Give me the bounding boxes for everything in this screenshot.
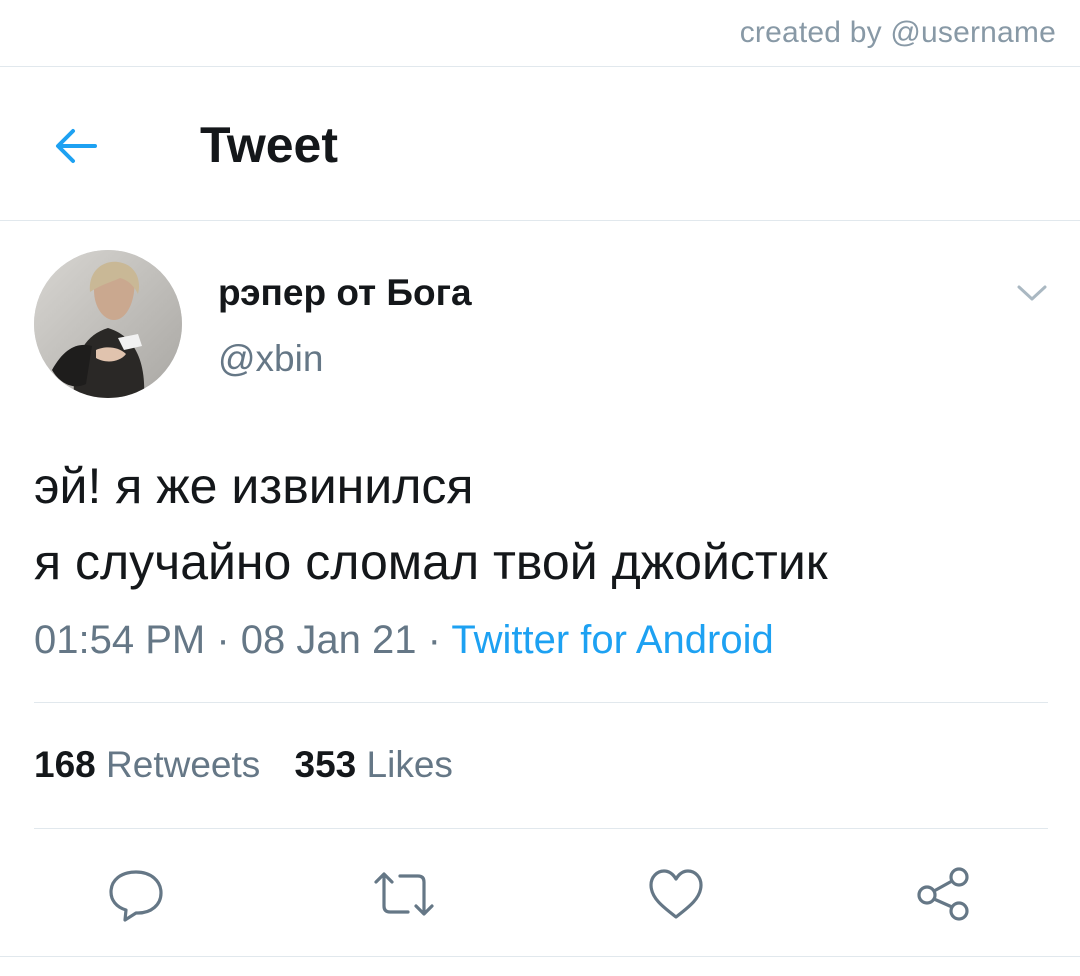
page-title: Tweet bbox=[200, 117, 338, 173]
reply-icon bbox=[109, 870, 163, 922]
header-divider bbox=[0, 220, 1080, 221]
actions-divider bbox=[0, 956, 1080, 957]
tweet-text-line: я случайно сломал твой джойстик bbox=[34, 534, 828, 590]
user-handle[interactable]: @xbin bbox=[218, 338, 323, 380]
stats-divider bbox=[34, 828, 1048, 829]
tweet-time: 01:54 PM bbox=[34, 618, 206, 662]
tweet-text: эй! я же извинился я случайно сломал тво… bbox=[34, 448, 1044, 600]
top-divider bbox=[0, 66, 1080, 67]
likes-stat[interactable]: 353 Likes bbox=[295, 744, 453, 786]
more-options-button[interactable] bbox=[1012, 278, 1052, 308]
share-button[interactable] bbox=[912, 862, 976, 926]
tweet-text-line: эй! я же извинился bbox=[34, 458, 474, 514]
app-header: Tweet bbox=[0, 68, 1080, 220]
back-button[interactable] bbox=[44, 118, 108, 174]
reply-button[interactable] bbox=[104, 862, 168, 926]
avatar[interactable] bbox=[34, 250, 182, 398]
tweet-source-link[interactable]: Twitter for Android bbox=[451, 618, 773, 662]
likes-count: 353 bbox=[294, 744, 357, 785]
avatar-photo bbox=[34, 250, 182, 398]
display-name[interactable]: рэпер от Бога bbox=[218, 272, 472, 314]
tweet-meta: 01:54 PM · 08 Jan 21 · Twitter for Andro… bbox=[34, 618, 774, 663]
retweets-label: Retweets bbox=[106, 744, 261, 785]
watermark: created by @username bbox=[739, 16, 1056, 49]
tweet-date: 08 Jan 21 bbox=[240, 618, 417, 662]
arrow-left-icon bbox=[56, 129, 97, 163]
retweets-stat[interactable]: 168 Retweets bbox=[34, 744, 260, 786]
chevron-down-icon bbox=[1017, 285, 1047, 301]
meta-separator: · bbox=[427, 618, 441, 662]
meta-divider bbox=[34, 702, 1048, 703]
share-icon bbox=[917, 867, 969, 921]
like-button[interactable] bbox=[644, 862, 708, 926]
like-icon bbox=[649, 869, 703, 919]
meta-separator: · bbox=[216, 618, 230, 662]
tweet-stats: 168 Retweets 353 Likes bbox=[34, 744, 453, 786]
likes-label: Likes bbox=[366, 744, 453, 785]
retweet-button[interactable] bbox=[372, 862, 436, 926]
retweets-count: 168 bbox=[34, 744, 96, 785]
retweet-icon bbox=[374, 872, 434, 916]
